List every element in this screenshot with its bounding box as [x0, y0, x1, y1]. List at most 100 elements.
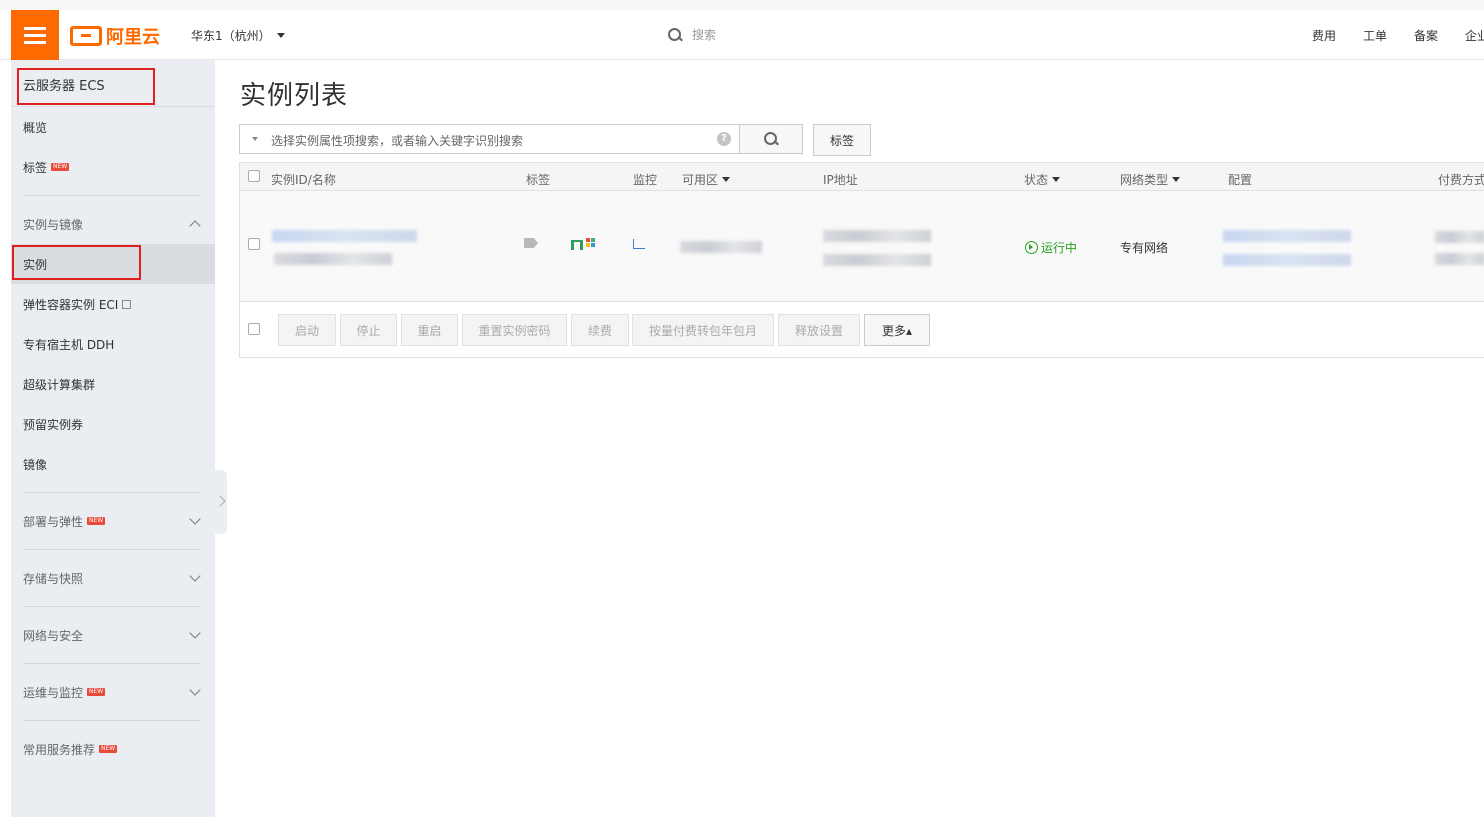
col-label: 可用区 — [682, 173, 719, 187]
sidebar-group-network[interactable]: 网络与安全 — [11, 615, 215, 655]
col-config: 配置 — [1228, 171, 1252, 188]
col-instance-id: 实例ID/名称 — [271, 171, 336, 188]
new-badge: NEW — [99, 745, 118, 753]
page-title: 实例列表 — [240, 81, 349, 111]
tag-icon[interactable] — [524, 238, 538, 248]
redacted-ip-2 — [823, 254, 931, 266]
sidebar-group-label: 运维与监控 — [23, 685, 84, 700]
redacted-instance-id[interactable] — [272, 230, 417, 242]
col-label: IP地址 — [823, 173, 858, 187]
sidebar-item-tags[interactable]: 标签 NEW — [11, 147, 215, 187]
sidebar-item-label: 专有宿主机 DDH — [23, 337, 115, 352]
col-status[interactable]: 状态 — [1024, 171, 1061, 188]
col-label: 付费方式 — [1438, 173, 1484, 187]
col-network[interactable]: 网络类型 — [1120, 171, 1181, 188]
col-zone[interactable]: 可用区 — [682, 171, 731, 188]
nav-icp[interactable]: 备案 — [1414, 27, 1438, 44]
restart-button[interactable]: 重启 — [401, 314, 458, 346]
redacted-config-2 — [1223, 254, 1351, 266]
nav-tickets[interactable]: 工单 — [1363, 27, 1387, 44]
footer-select-all-checkbox[interactable] — [248, 323, 260, 335]
caret-down-icon — [722, 177, 731, 182]
col-monitor: 监控 — [633, 171, 657, 188]
sidebar-item-overview[interactable]: 概览 — [11, 107, 215, 147]
chevron-down-icon — [189, 627, 201, 639]
play-circle-icon — [1025, 241, 1038, 254]
redacted-config-1 — [1223, 230, 1351, 242]
nav-fees[interactable]: 费用 — [1312, 27, 1336, 44]
menu-icon[interactable] — [11, 10, 59, 60]
renew-button[interactable]: 续费 — [571, 314, 629, 346]
sidebar-item-label: 概览 — [23, 120, 48, 135]
security-icon[interactable] — [571, 236, 597, 250]
search-button[interactable] — [739, 124, 803, 154]
select-all-checkbox[interactable] — [248, 170, 260, 182]
filter-placeholder: 选择实例属性项搜索，或者输入关键字识别搜索 — [271, 134, 524, 148]
highlight-box — [17, 68, 155, 105]
top-nav: 费用 工单 备案 企业 — [1312, 27, 1484, 44]
sidebar-item-label: 弹性容器实例 ECI — [23, 297, 119, 312]
table-header: 实例ID/名称 标签 监控 可用区 IP地址 状态 网络类型 配置 付费方式 — [240, 163, 1484, 191]
sidebar-item-scc[interactable]: 超级计算集群 — [11, 364, 215, 404]
region-label: 华东1（杭州） — [191, 29, 271, 43]
table-row[interactable]: 运行中 专有网络 — [240, 191, 1484, 302]
instance-table: 实例ID/名称 标签 监控 可用区 IP地址 状态 网络类型 配置 付费方式 运… — [239, 162, 1484, 358]
sidebar-group-label: 存储与快照 — [23, 571, 84, 586]
aliyun-logo[interactable]: 阿里云 — [70, 24, 160, 48]
sidebar-item-label: 标签 — [23, 160, 48, 175]
sidebar-item-label: 镜像 — [23, 457, 48, 472]
chevron-up-icon — [189, 220, 201, 232]
search-icon — [668, 27, 682, 42]
redacted-ip-1 — [823, 230, 931, 242]
logo-text: 阿里云 — [106, 27, 160, 48]
more-button[interactable]: 更多▴ — [864, 314, 930, 346]
monitor-chart-icon[interactable] — [633, 239, 645, 249]
new-badge: NEW — [51, 163, 70, 171]
redacted-instance-name — [274, 253, 392, 265]
sidebar-group-label: 网络与安全 — [23, 628, 84, 643]
caret-down-icon — [1172, 177, 1181, 182]
global-search[interactable]: 搜索 — [668, 26, 716, 43]
chevron-down-icon — [189, 570, 201, 582]
network-type: 专有网络 — [1120, 241, 1169, 255]
convert-billing-button[interactable]: 按量付费转包年包月 — [632, 314, 774, 346]
sidebar-item-ddh[interactable]: 专有宿主机 DDH — [11, 324, 215, 364]
release-settings-button[interactable]: 释放设置 — [778, 314, 860, 346]
start-button[interactable]: 启动 — [278, 314, 336, 346]
chevron-down-icon — [189, 513, 201, 525]
row-checkbox[interactable] — [248, 238, 260, 250]
top-strip — [0, 0, 1484, 10]
nav-enterprise[interactable]: 企业 — [1465, 27, 1484, 44]
caret-down-icon — [1052, 177, 1061, 182]
sidebar-group-storage[interactable]: 存储与快照 — [11, 558, 215, 598]
instance-filter-input[interactable]: 选择实例属性项搜索，或者输入关键字识别搜索 ? — [239, 124, 740, 154]
col-label: 监控 — [633, 173, 658, 187]
sidebar-item-label: 超级计算集群 — [23, 377, 96, 392]
sidebar-collapse-handle[interactable] — [215, 470, 227, 534]
help-icon[interactable]: ? — [717, 132, 731, 146]
sidebar-group-ops[interactable]: 运维与监控 NEW — [11, 672, 215, 712]
chevron-down-icon — [189, 684, 201, 696]
sidebar-group-label: 常用服务推荐 — [23, 742, 96, 757]
col-ip: IP地址 — [823, 171, 858, 188]
status-running: 运行中 — [1025, 239, 1077, 256]
global-search-placeholder: 搜索 — [692, 28, 717, 42]
top-bar: 阿里云 华东1（杭州） 搜索 费用 工单 备案 企业 — [0, 10, 1484, 60]
reset-password-button[interactable]: 重置实例密码 — [462, 314, 567, 346]
sidebar-item-reserved[interactable]: 预留实例券 — [11, 404, 215, 444]
tag-button[interactable]: 标签 — [813, 124, 871, 156]
col-label: 网络类型 — [1120, 173, 1169, 187]
sidebar-group-deploy[interactable]: 部署与弹性 NEW — [11, 501, 215, 541]
sidebar-group-instances[interactable]: 实例与镜像 — [11, 204, 215, 244]
caret-down-icon[interactable] — [252, 137, 258, 141]
sidebar-group-recommended[interactable]: 常用服务推荐 NEW — [11, 729, 215, 769]
region-selector[interactable]: 华东1（杭州） — [191, 27, 285, 44]
sidebar-item-eci[interactable]: 弹性容器实例 ECI — [11, 284, 215, 324]
redacted-billing-1 — [1435, 231, 1484, 243]
divider — [23, 606, 201, 607]
stop-button[interactable]: 停止 — [340, 314, 397, 346]
divider — [23, 663, 201, 664]
external-link-icon — [122, 299, 132, 309]
col-label: 标签 — [526, 173, 551, 187]
sidebar-item-images[interactable]: 镜像 — [11, 444, 215, 484]
